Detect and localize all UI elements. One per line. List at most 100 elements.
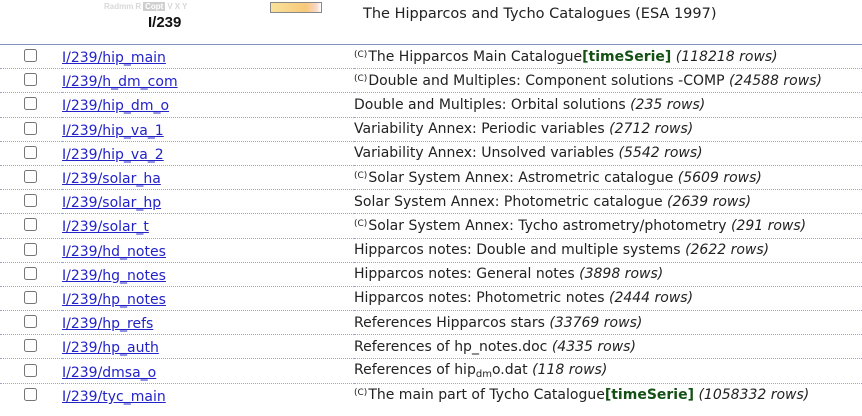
row-select-checkbox[interactable] bbox=[24, 170, 37, 184]
table-description: Double and Multiples: Orbital solutions … bbox=[354, 92, 862, 118]
table-name-link[interactable]: I/239/solar_t bbox=[62, 219, 149, 235]
table-row: I/239/hp_refs References Hipparcos stars … bbox=[0, 310, 862, 335]
table-name-link[interactable]: I/239/hg_notes bbox=[62, 268, 166, 284]
table-row: I/239/hd_notes Hipparcos notes: Double an… bbox=[0, 237, 862, 263]
row-select-checkbox[interactable] bbox=[24, 49, 37, 63]
copyright-icon: (C) bbox=[354, 218, 368, 229]
description-text: References of hip bbox=[354, 362, 476, 379]
table-name-cell: I/239/solar_hp bbox=[62, 189, 354, 214]
table-name-link[interactable]: I/239/solar_ha bbox=[62, 171, 161, 187]
row-count: (2622 rows) bbox=[685, 242, 770, 259]
timeserie-link[interactable]: [timeSerie] bbox=[582, 49, 671, 65]
toolbar-icon-r[interactable]: R bbox=[135, 2, 141, 11]
row-select-cell bbox=[0, 68, 62, 93]
table-name-link[interactable]: I/239/hip_va_2 bbox=[62, 147, 164, 163]
row-count: (235 rows) bbox=[630, 96, 706, 113]
table-name-link[interactable]: I/239/hip_main bbox=[62, 50, 166, 66]
row-select-cell bbox=[0, 140, 62, 166]
table-name-link[interactable]: I/239/solar_hp bbox=[62, 195, 161, 211]
table-row: I/239/solar_t (C)Solar System Annex: Tych… bbox=[0, 213, 862, 238]
table-name-cell: I/239/tyc_main bbox=[62, 382, 354, 408]
copyright-icon: (C) bbox=[354, 73, 368, 84]
row-count: (291 rows) bbox=[730, 217, 807, 234]
row-count: (2639 rows) bbox=[667, 193, 752, 210]
row-select-checkbox[interactable] bbox=[24, 315, 37, 329]
table-name-cell: I/239/hg_notes bbox=[62, 261, 354, 287]
table-description: Variability Annex: Periodic variables (2… bbox=[354, 116, 862, 142]
row-count: (2444 rows) bbox=[608, 290, 694, 307]
row-select-checkbox[interactable] bbox=[24, 218, 37, 232]
table-row: I/239/h_dm_com (C)Double and Multiples: C… bbox=[0, 68, 862, 93]
row-select-cell bbox=[0, 92, 62, 118]
table-description: (C)Solar System Annex: Astrometric catal… bbox=[354, 164, 862, 190]
description-text: Double and Multiples: Orbital solutions bbox=[354, 96, 626, 113]
row-select-checkbox[interactable] bbox=[24, 363, 37, 377]
table-description: (C)Solar System Annex: Tycho astrometry/… bbox=[354, 213, 862, 238]
toolbar-icon-copt[interactable]: Copt bbox=[143, 2, 166, 11]
row-count: (1058332 rows) bbox=[698, 387, 810, 404]
table-name-link[interactable]: I/239/hp_refs bbox=[62, 316, 153, 332]
row-count: (33769 rows) bbox=[549, 314, 643, 331]
table-description: (C)The main part of Tycho Catalogue[time… bbox=[354, 382, 862, 408]
table-description: Hipparcos notes: General notes (3898 row… bbox=[354, 261, 862, 287]
description-text: Variability Annex: Unsolved variables bbox=[354, 145, 615, 162]
row-select-checkbox[interactable] bbox=[24, 145, 37, 159]
table-description: References Hipparcos stars (33769 rows) bbox=[354, 310, 862, 335]
row-select-cell bbox=[0, 334, 62, 359]
description-text-end: o.dat bbox=[491, 362, 528, 379]
row-select-checkbox[interactable] bbox=[24, 266, 37, 280]
description-text: Hipparcos notes: General notes bbox=[354, 266, 575, 283]
table-name-link[interactable]: I/239/hp_notes bbox=[62, 292, 166, 308]
table-name-cell: I/239/hp_refs bbox=[62, 310, 354, 335]
row-select-checkbox[interactable] bbox=[24, 290, 37, 304]
toolbar-icons[interactable]: Radmm R Copt V X Y bbox=[104, 2, 189, 13]
row-select-checkbox[interactable] bbox=[24, 73, 37, 87]
table-name-link[interactable]: I/239/hp_auth bbox=[62, 340, 159, 356]
row-select-cell bbox=[0, 189, 62, 214]
row-count: (118 rows) bbox=[532, 362, 608, 379]
table-name-link[interactable]: I/239/h_dm_com bbox=[62, 74, 178, 90]
row-select-checkbox[interactable] bbox=[24, 121, 37, 135]
table-name-cell: I/239/h_dm_com bbox=[62, 68, 354, 93]
row-select-checkbox[interactable] bbox=[24, 339, 37, 353]
table-description: Hipparcos notes: Photometric notes (2444… bbox=[354, 285, 862, 311]
table-name-link[interactable]: I/239/hip_va_1 bbox=[62, 123, 164, 139]
toolbar-icon-v[interactable]: V bbox=[167, 2, 172, 11]
table-name-link[interactable]: I/239/dmsa_o bbox=[62, 365, 156, 381]
table-name-cell: I/239/solar_t bbox=[62, 213, 354, 238]
table-name-cell: I/239/dmsa_o bbox=[62, 358, 354, 384]
row-select-cell bbox=[0, 237, 62, 263]
table-name-cell: I/239/hd_notes bbox=[62, 237, 354, 263]
row-select-cell bbox=[0, 382, 62, 408]
table-row: I/239/solar_ha (C)Solar System Annex: Ast… bbox=[0, 164, 862, 190]
description-subscript: dm bbox=[475, 369, 492, 381]
table-name-cell: I/239/solar_ha bbox=[62, 164, 354, 190]
toolbar-icon-y[interactable]: Y bbox=[182, 2, 187, 11]
row-select-checkbox[interactable] bbox=[24, 194, 37, 208]
table-name-cell: I/239/hip_va_1 bbox=[62, 116, 354, 142]
table-name-link[interactable]: I/239/hip_dm_o bbox=[62, 98, 169, 114]
row-select-cell bbox=[0, 213, 62, 238]
row-select-cell bbox=[0, 261, 62, 287]
table-row: I/239/dmsa_o References of hipdmo.dat (11… bbox=[0, 358, 862, 384]
toolbar-icon-x[interactable]: X bbox=[175, 2, 180, 11]
table-name-link[interactable]: I/239/tyc_main bbox=[62, 389, 166, 405]
timeserie-link[interactable]: [timeSerie] bbox=[605, 387, 694, 403]
description-text: Double and Multiples: Component solution… bbox=[368, 72, 725, 89]
popularity-bar bbox=[270, 2, 322, 13]
catalogue-header: Radmm R Copt V X Y I/239 The Hipparcos and Ty… bbox=[0, 0, 862, 44]
table-name-link[interactable]: I/239/hd_notes bbox=[62, 244, 166, 260]
table-row: I/239/hip_va_2 Variability Annex: Unsolve… bbox=[0, 140, 862, 166]
row-select-checkbox[interactable] bbox=[24, 387, 37, 401]
row-count: (2712 rows) bbox=[609, 121, 694, 138]
catalogue-title: The Hipparcos and Tycho Catalogues (ESA … bbox=[363, 6, 717, 22]
table-row: I/239/hip_dm_o Double and Multiples: Orbi… bbox=[0, 92, 862, 118]
row-select-checkbox[interactable] bbox=[24, 242, 37, 256]
row-select-checkbox[interactable] bbox=[24, 97, 37, 111]
table-description: References of hipdmo.dat (118 rows) bbox=[354, 358, 862, 384]
description-text: Hipparcos notes: Double and multiple sys… bbox=[354, 242, 681, 259]
table-description: References of hp_notes.doc (4335 rows) bbox=[354, 334, 862, 359]
copyright-icon: (C) bbox=[354, 388, 368, 399]
row-select-cell bbox=[0, 164, 62, 190]
toolbar-icon-radmm[interactable]: Radmm bbox=[104, 2, 133, 11]
